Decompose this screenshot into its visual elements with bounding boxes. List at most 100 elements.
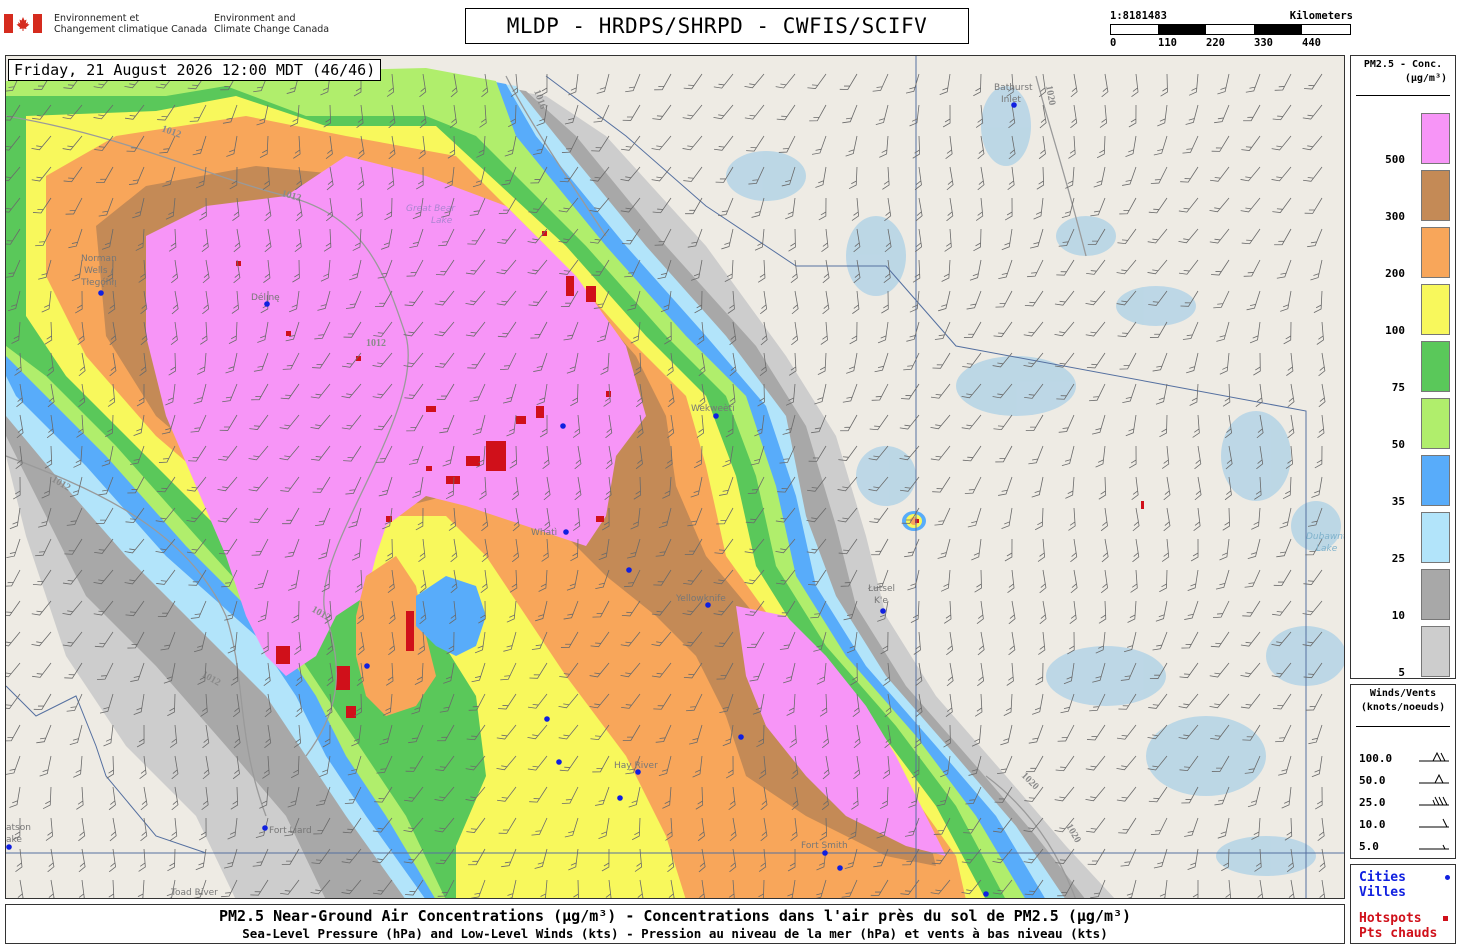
scale-tick-0: 0 [1110,37,1117,49]
legend-label: 75 [1391,381,1405,394]
caption-line-1: PM2.5 Near-Ground Air Concentrations (µg… [218,907,1132,925]
scale-tick-1: 110 [1158,37,1177,49]
legend-swatch [1421,569,1450,620]
legend-swatch [1421,398,1450,449]
city-toad-river: Toad River [170,888,218,898]
scale-unit: Kilometers [1289,10,1353,22]
hotspots-label-fr: Pts chauds [1359,926,1438,941]
city-symbol-icon [1445,875,1450,880]
isobar-label: 1012 [366,338,386,349]
city-label-line: Bathurst [994,83,1033,93]
wind-legend-title: Winds/Vents [1369,688,1437,699]
legend-unit: (µg/m³) [1404,73,1447,84]
legend-label: 5 [1398,666,1405,679]
city-label-line: Fort Liard [269,826,312,836]
wind-barb-icon [1419,751,1449,762]
city-dot [617,795,623,801]
wind-barb-icon [1419,773,1449,784]
city-label-line: Wekweètì [691,403,735,414]
city-dot [635,769,641,775]
symbol-legend: Cities Villes Hotspots Pts chauds [1350,864,1456,944]
city-label-line: Whatì [531,528,557,538]
wind-barb-icon [1419,818,1449,828]
product-title: MLDP - HRDPS/SHRPD - CWFIS/SCIFV [465,8,969,44]
canada-flag-icon [4,14,42,33]
hotspot-symbol-icon [1443,916,1448,921]
city-label-line: Łutsel [867,584,895,594]
city-dot [1011,102,1017,108]
legend-label: 300 [1385,210,1405,223]
cities-label-en: Cities [1359,870,1406,885]
wind-barb-icon [1419,796,1449,806]
city-label-line: Délı̨nę [251,292,280,303]
city-label-line: K'e [874,596,888,606]
city-label-line: Dubawnt [1306,532,1345,542]
city-dot [556,759,562,765]
wind-legend-unit: (knots/noeuds) [1360,702,1446,713]
city-dot [626,567,632,573]
city-dot [563,529,569,535]
legend-swatch [1421,341,1450,392]
legend-label: 35 [1391,495,1405,508]
city-dot [560,423,566,429]
city-label-line: Yellowknife [675,594,726,604]
city-label-line: Inlet [1001,95,1021,105]
legend-swatch [1421,170,1450,221]
legend-swatch [1421,113,1450,164]
city-dot [983,891,989,897]
agency-name-fr-1: Environnement et [54,13,140,24]
wind-speed-label: 5.0 [1359,840,1379,853]
government-of-canada-logo: Environnement et Changement climatique C… [4,10,344,40]
legend-swatch [1421,227,1450,278]
scale-ratio: 1:8181483 [1110,10,1167,22]
city-label-line: Fort Smith [801,841,848,851]
city-fort-liard: Fort Liard [262,825,312,836]
city-label-line: Lake [431,216,453,226]
legend-label: 25 [1391,552,1405,565]
city-label-line: Great Bear [406,204,456,214]
city-label-line: ake [6,835,22,845]
wind-speed-label: 10.0 [1359,818,1386,831]
city-dot [822,850,828,856]
city-dot [6,844,12,850]
city-label-line: Lake [1316,544,1338,554]
city-label-line: Tłegǫ́hłı̨ [80,277,117,288]
city-dot [264,301,270,307]
city-label-line: Toad River [170,888,218,898]
city-dot [705,602,711,608]
caption-line-2: Sea-Level Pressure (hPa) and Low-Level W… [242,926,1108,941]
wind-speed-label: 50.0 [1359,774,1386,787]
scale-tick-4: 440 [1302,37,1321,49]
city-label-line: Norman [81,254,117,264]
smoke-concentration-map[interactable]: 1012 1012 1012 1012 1012 1012 1016 1020 … [5,55,1345,899]
city-dot [837,865,843,871]
legend-label: 100 [1385,324,1405,337]
forecast-timestamp: Friday, 21 August 2026 12:00 MDT (46/46) [8,59,382,81]
legend-title: PM2.5 - Conc. [1363,59,1443,70]
city-dot [262,825,268,831]
scale-bar-graphic [1110,24,1351,35]
city-label-line: atson [6,823,31,833]
cities-label-fr: Villes [1359,885,1406,900]
wind-speed-label: 100.0 [1359,752,1393,765]
city-dot [713,413,719,419]
wind-legend: Winds/Vents (knots/noeuds) 100.0 50.0 25.0… [1350,684,1456,859]
wind-barb-icon [1419,844,1449,850]
hotspots-label-en: Hotspots [1359,911,1422,926]
map-caption: PM2.5 Near-Ground Air Concentrations (µg… [5,904,1345,944]
scale-bar: 1:8181483 Kilometers 0 110 220 330 440 [1108,10,1353,50]
agency-name-en-1: Environment and [214,13,296,24]
city-label-line: Hay River [614,761,658,771]
city-dot [880,608,886,614]
legend-swatch [1421,626,1450,677]
city-dot [98,290,104,296]
legend-swatch [1421,512,1450,563]
pm25-legend: PM2.5 - Conc. (µg/m³) 500 300 200 100 75 50 35… [1350,55,1456,679]
city-dot [738,734,744,740]
agency-name-en-2: Climate Change Canada [214,24,330,35]
agency-name-fr-2: Changement climatique Canada [54,24,208,35]
scale-tick-3: 330 [1254,37,1273,49]
city-dot [544,716,550,722]
legend-swatch [1421,284,1450,335]
map-canvas: 1012 1012 1012 1012 1012 1012 1016 1020 … [6,56,1345,898]
